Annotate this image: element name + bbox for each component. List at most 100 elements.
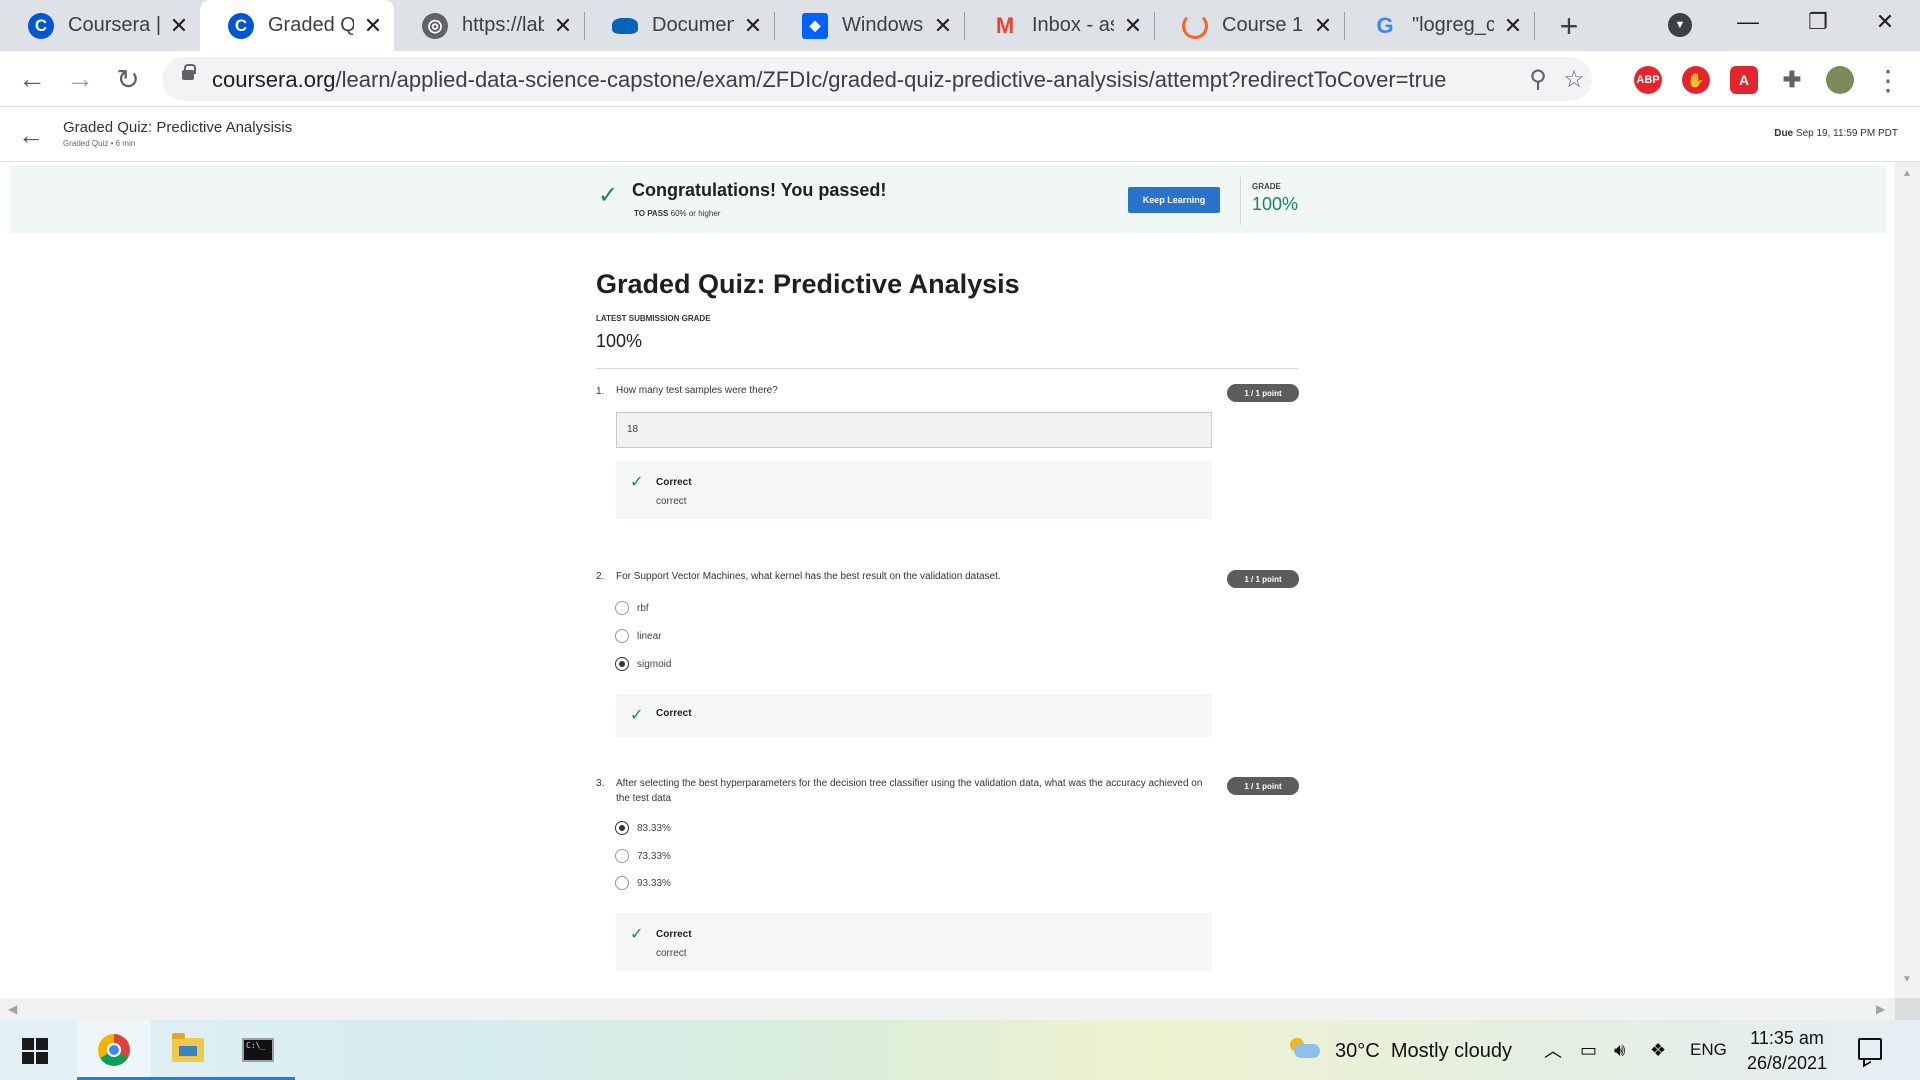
browser-menu-icon[interactable]: ⋮ (1874, 65, 1902, 96)
grade-value: 100% (1252, 194, 1299, 214)
show-hidden-icons-chevron-icon[interactable]: ︿ (1544, 1038, 1562, 1062)
radio-button[interactable] (615, 876, 629, 890)
scroll-left-icon[interactable]: ◀ (8, 1002, 17, 1016)
answer-option[interactable]: linear (615, 629, 661, 643)
url-path: /learn/applied-data-science-capstone/exa… (335, 67, 1447, 92)
loading-icon (1182, 12, 1208, 39)
question-number: 3. (596, 778, 605, 789)
browser-toolbar: ← → ↻ coursera.org/learn/applied-data-sc… (0, 51, 1920, 107)
browser-tab-google-search[interactable]: G "logreg_cv" ✕ (1344, 0, 1534, 51)
latest-grade-value: 100% (596, 331, 643, 351)
adblock-icon[interactable]: ✋ (1682, 66, 1710, 94)
minimize-button[interactable]: — (1713, 0, 1783, 44)
answer-option[interactable]: 83.33% (615, 821, 671, 835)
taskbar-command-prompt[interactable]: C:\_ (221, 1020, 295, 1080)
feedback-title: Correct (656, 929, 692, 940)
windows-start-icon[interactable] (22, 1038, 48, 1064)
tab-title: Course 10/ (1222, 14, 1304, 36)
scroll-down-icon[interactable]: ▼ (1902, 974, 1912, 985)
question-text: How many test samples were there? (616, 385, 778, 396)
back-icon[interactable]: ← (14, 61, 50, 97)
browser-tab-windows[interactable]: ◆ Windows, C ✕ (774, 0, 964, 51)
tab-title: Documents (652, 14, 734, 36)
reload-icon[interactable]: ↻ (110, 61, 146, 97)
answer-option[interactable]: 73.33% (615, 849, 671, 863)
checkmark-icon: ✓ (630, 474, 644, 491)
radio-button[interactable] (615, 629, 629, 643)
scroll-right-icon[interactable]: ▶ (1876, 1002, 1885, 1016)
restore-button[interactable]: ❐ (1783, 0, 1853, 44)
item-title: Graded Quiz: Predictive Analysisis (63, 119, 293, 136)
browser-tab-labs[interactable]: ◎ https://labs ✕ (394, 0, 584, 51)
extensions-puzzle-icon[interactable]: ✚ (1778, 66, 1806, 94)
browser-tab-inbox[interactable]: M Inbox - asc ✕ (964, 0, 1154, 51)
radio-button-selected[interactable] (615, 657, 629, 671)
scroll-up-icon[interactable]: ▲ (1902, 168, 1912, 179)
zoom-icon[interactable]: ⚲ (1524, 65, 1552, 93)
passed-message: Congratulations! You passed! (632, 180, 887, 200)
notifications-icon[interactable] (1858, 1038, 1882, 1060)
dropbox-icon[interactable]: ❖ (1650, 1038, 1666, 1062)
divider (1240, 177, 1241, 225)
divider (596, 368, 1299, 369)
option-label: rbf (637, 602, 649, 614)
to-pass-requirement: TO PASS 60% or higher (634, 209, 720, 218)
weather-icon[interactable] (1288, 1038, 1320, 1062)
url-host: coursera.org (212, 67, 336, 92)
keep-learning-button[interactable]: Keep Learning (1128, 187, 1220, 213)
globe-icon: ◎ (422, 12, 448, 39)
item-subtitle: Graded Quiz • 6 min (63, 139, 136, 148)
new-tab-button[interactable]: + (1551, 8, 1587, 44)
bookmark-star-icon[interactable]: ☆ (1560, 65, 1588, 93)
close-tab-icon[interactable]: ✕ (168, 13, 190, 38)
horizontal-scrollbar[interactable]: ◀ ▶ (0, 998, 1895, 1020)
option-label: 93.33% (637, 877, 671, 889)
vertical-scrollbar[interactable]: ▲ ▼ (1895, 162, 1920, 1020)
close-tab-icon[interactable]: ✕ (1502, 13, 1524, 38)
radio-button-selected[interactable] (615, 821, 629, 835)
volume-icon[interactable]: 🔊︎ (1614, 1038, 1625, 1062)
close-tab-icon[interactable]: ✕ (1312, 13, 1334, 38)
browser-tab-documents[interactable]: Documents ✕ (584, 0, 774, 51)
windows-taskbar: C:\_ 30°C Mostly cloudy ︿ ▭ 🔊︎ ❖ ENG 11:… (0, 1020, 1920, 1080)
adblock-plus-icon[interactable]: ABP (1634, 66, 1662, 94)
checkmark-icon: ✓ (630, 926, 644, 943)
close-tab-icon[interactable]: ✕ (932, 13, 954, 38)
forward-icon[interactable]: → (62, 61, 98, 97)
taskbar-chrome[interactable] (77, 1020, 151, 1080)
answer-option[interactable]: rbf (615, 601, 649, 615)
question-text: After selecting the best hyperparameters… (616, 778, 1203, 804)
browser-tab-graded-quiz[interactable]: C Graded Qui ✕ (200, 0, 394, 51)
profile-avatar[interactable] (1826, 66, 1854, 94)
answer-option[interactable]: 93.33% (615, 876, 671, 890)
option-label: 73.33% (637, 850, 671, 862)
temperature: 30°C (1335, 1040, 1380, 1062)
weather-widget[interactable]: 30°C Mostly cloudy (1335, 1040, 1512, 1063)
close-window-button[interactable]: ✕ (1850, 0, 1920, 44)
gmail-icon: M (995, 12, 1015, 38)
url-text[interactable]: coursera.org/learn/applied-data-science-… (212, 67, 1446, 93)
chrome-icon (98, 1034, 130, 1066)
close-tab-icon[interactable]: ✕ (742, 13, 764, 38)
answer-input[interactable]: 18 (616, 412, 1212, 448)
system-clock[interactable]: 11:35 am 26/8/2021 (1746, 1026, 1828, 1076)
input-language[interactable]: ENG (1690, 1040, 1727, 1060)
browser-tab-course[interactable]: Course 10/ ✕ (1154, 0, 1344, 51)
clock-date: 26/8/2021 (1746, 1053, 1828, 1073)
to-pass-value: 60% or higher (670, 209, 721, 218)
checkmark-icon: ✓ (598, 182, 619, 209)
back-arrow-icon[interactable]: ← (18, 120, 44, 150)
radio-button[interactable] (615, 601, 629, 615)
question-number: 1. (596, 386, 605, 397)
close-tab-icon[interactable]: ✕ (552, 13, 574, 38)
tab-search-icon[interactable]: ▼ (1668, 13, 1692, 37)
battery-icon[interactable]: ▭ (1580, 1038, 1597, 1062)
close-tab-icon[interactable]: ✕ (1122, 13, 1144, 38)
radio-button[interactable] (615, 849, 629, 863)
acrobat-icon[interactable]: A (1730, 66, 1758, 94)
close-tab-icon[interactable]: ✕ (362, 13, 384, 38)
browser-tab-coursera[interactable]: C Coursera | C ✕ (0, 0, 200, 51)
address-bar[interactable]: coursera.org/learn/applied-data-science-… (162, 57, 1592, 101)
answer-option[interactable]: sigmoid (615, 657, 671, 671)
taskbar-file-explorer[interactable] (151, 1020, 225, 1080)
